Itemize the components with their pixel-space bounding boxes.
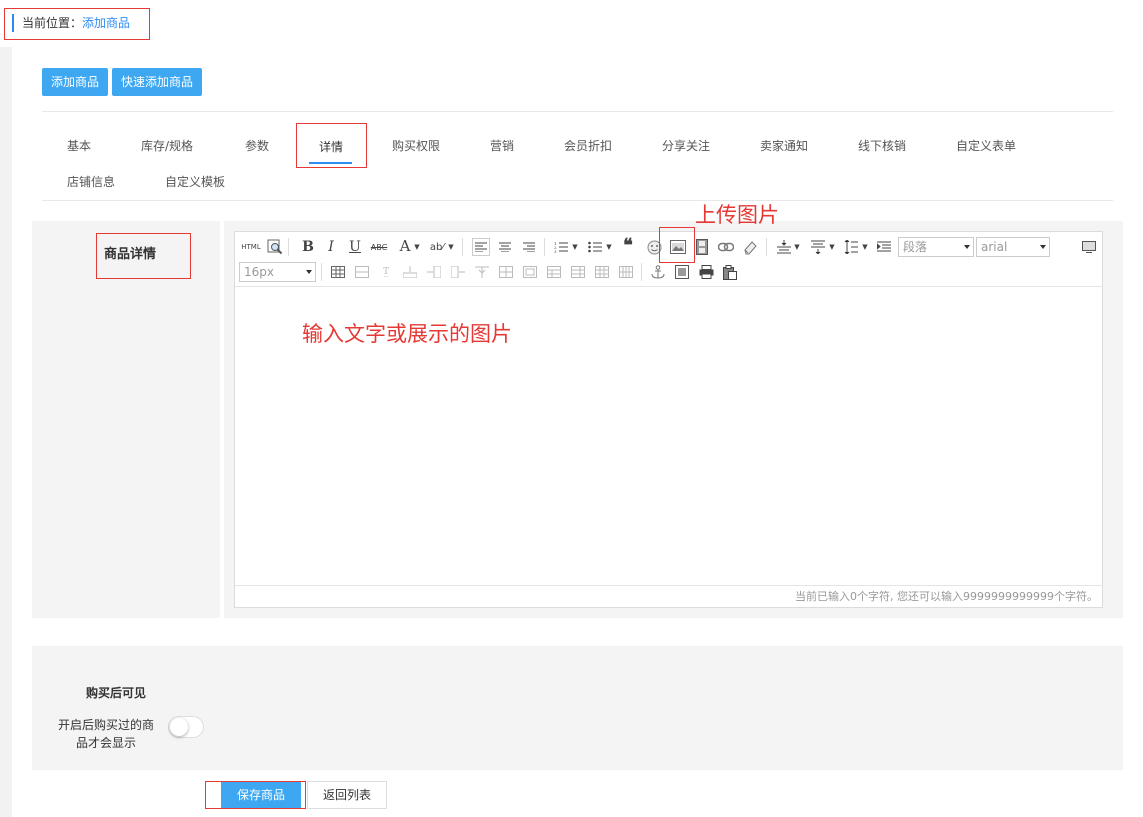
chevron-down-icon <box>306 270 312 274</box>
rich-text-editor[interactable]: HTML B I U ABC A ▼ ab⁄ ▼ 123 ▼ ▼ ❝ ▼ ▼ ▼… <box>234 231 1103 608</box>
delete-row-icon[interactable] <box>401 263 419 281</box>
unordered-list-icon[interactable] <box>586 238 604 256</box>
toolbar-separator <box>544 238 545 256</box>
toolbar-separator <box>462 238 463 256</box>
purchase-visible-desc-line2: 品才会显示 <box>76 736 137 750</box>
split-rows-icon[interactable] <box>569 263 587 281</box>
row-spacing-top-icon[interactable] <box>775 238 793 256</box>
toolbar-separator <box>288 238 289 256</box>
chevron-down-icon <box>1040 245 1046 249</box>
toggle-knob <box>170 718 188 736</box>
tab-basic[interactable]: 基本 <box>67 138 91 154</box>
breadcrumb-bar: 当前位置：添加商品 <box>0 0 1143 47</box>
chevron-down-icon[interactable]: ▼ <box>571 238 579 256</box>
ordered-list-icon[interactable]: 123 <box>552 238 570 256</box>
table-icon[interactable] <box>329 263 347 281</box>
merge-right-icon[interactable] <box>497 263 515 281</box>
font-family-select-value: arial <box>981 240 1008 254</box>
chevron-down-icon[interactable]: ▼ <box>793 238 801 256</box>
annotation-box-breadcrumb <box>4 8 150 40</box>
quick-add-product-button[interactable]: 快速添加商品 <box>112 68 203 96</box>
underline-icon[interactable]: U <box>346 238 364 256</box>
paragraph-select-value: 段落 <box>903 240 928 254</box>
anchor-icon[interactable] <box>649 263 667 281</box>
delete-table-icon[interactable] <box>617 263 635 281</box>
toolbar-separator <box>641 263 642 281</box>
annotation-upload-image: 上传图片 <box>695 203 779 227</box>
strikethrough-icon[interactable]: ABC <box>370 238 388 256</box>
insert-col-icon[interactable] <box>425 263 443 281</box>
html-icon[interactable]: HTML <box>240 238 262 256</box>
chevron-down-icon[interactable]: ▼ <box>447 238 455 256</box>
line-height-icon[interactable] <box>842 238 860 256</box>
insert-row-icon[interactable] <box>353 263 371 281</box>
purchase-visible-title: 购买后可见 <box>86 686 147 700</box>
divider <box>42 200 1113 201</box>
divider <box>42 111 1113 112</box>
chevron-down-icon[interactable]: ▼ <box>605 238 613 256</box>
paste-icon[interactable] <box>721 263 739 281</box>
paragraph-select[interactable]: 段落 <box>898 237 974 257</box>
link-icon[interactable] <box>717 238 735 256</box>
annotation-box-tab <box>296 123 367 168</box>
align-left-icon[interactable] <box>472 238 490 256</box>
tab-share-follow[interactable]: 分享关注 <box>662 138 710 154</box>
chevron-down-icon[interactable]: ▼ <box>861 238 869 256</box>
tab-custom-form[interactable]: 自定义表单 <box>956 138 1016 154</box>
bold-icon[interactable]: B <box>299 238 317 256</box>
preview-icon[interactable] <box>266 238 284 256</box>
tab-custom-template[interactable]: 自定义模板 <box>165 174 225 190</box>
tab-stock[interactable]: 库存/规格 <box>141 138 193 154</box>
blockquote-icon[interactable]: ❝ <box>619 235 637 256</box>
italic-icon[interactable]: I <box>322 238 340 256</box>
annotation-content-hint: 输入文字或展示的图片 <box>302 322 512 346</box>
fullscreen-icon[interactable] <box>1080 238 1098 256</box>
word-count: 当前已输入0个字符, 您还可以输入9999999999999个字符。 <box>235 585 1102 607</box>
annotation-box-save <box>205 781 306 809</box>
split-cols-icon[interactable] <box>593 263 611 281</box>
font-family-select[interactable]: arial <box>976 237 1050 257</box>
delete-col-icon[interactable] <box>449 263 467 281</box>
toolbar-separator <box>321 263 322 281</box>
font-color-icon[interactable]: A <box>396 237 414 255</box>
purchase-visible-toggle[interactable] <box>168 716 204 738</box>
tab-shop-info[interactable]: 店铺信息 <box>67 174 115 190</box>
chevron-down-icon[interactable]: ▼ <box>413 238 421 256</box>
chevron-down-icon <box>964 245 970 249</box>
annotation-box-upload-image <box>659 227 695 263</box>
video-icon[interactable] <box>693 238 711 256</box>
tab-seller-notice[interactable]: 卖家通知 <box>760 138 808 154</box>
toolbar-separator <box>766 238 767 256</box>
template-icon[interactable] <box>673 263 691 281</box>
row-spacing-bottom-icon[interactable] <box>809 238 827 256</box>
merge-cells-icon[interactable] <box>473 263 491 281</box>
align-center-icon[interactable] <box>496 238 514 256</box>
tab-offline-verify[interactable]: 线下核销 <box>858 138 906 154</box>
split-cells-icon[interactable] <box>545 263 563 281</box>
purchase-visible-desc-line1: 开启后购买过的商 <box>58 718 155 732</box>
add-product-button[interactable]: 添加商品 <box>42 68 109 96</box>
purchase-visible-panel <box>32 646 1123 770</box>
annotation-box-detail-label <box>96 233 191 279</box>
tab-marketing[interactable]: 营销 <box>490 138 514 154</box>
highlight-icon[interactable]: ab⁄ <box>428 238 446 256</box>
tab-params[interactable]: 参数 <box>245 138 269 154</box>
detail-label-panel <box>32 221 220 618</box>
indent-icon[interactable] <box>875 238 893 256</box>
align-right-icon[interactable] <box>520 238 538 256</box>
svg-text:3: 3 <box>554 249 557 253</box>
font-size-select-value: 16px <box>244 265 274 279</box>
merge-down-icon[interactable] <box>521 263 539 281</box>
chevron-down-icon[interactable]: ▼ <box>828 238 836 256</box>
tab-purchase-permission[interactable]: 购买权限 <box>392 138 440 154</box>
insert-caption-icon[interactable]: T̲ <box>377 263 395 281</box>
back-to-list-button[interactable]: 返回列表 <box>307 781 387 809</box>
print-icon[interactable] <box>697 263 715 281</box>
tab-member-discount[interactable]: 会员折扣 <box>564 138 612 154</box>
font-size-select[interactable]: 16px <box>239 262 316 282</box>
eraser-icon[interactable] <box>741 238 759 256</box>
